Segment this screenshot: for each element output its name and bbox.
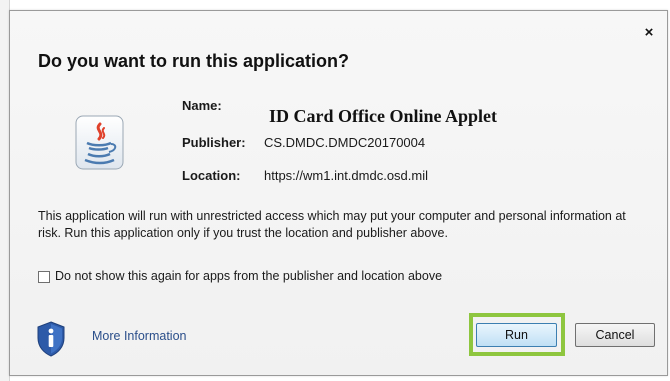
name-label: Name: [182, 98, 222, 113]
shield-info-icon [37, 321, 65, 357]
cancel-button[interactable]: Cancel [575, 323, 655, 347]
application-name: ID Card Office Online Applet [269, 106, 497, 126]
more-information-link[interactable]: More Information [92, 329, 186, 343]
publisher-label: Publisher: [182, 135, 246, 150]
do-not-show-again-checkbox[interactable] [38, 271, 50, 283]
close-icon[interactable]: × [642, 25, 656, 40]
location-value: https://wm1.int.dmdc.osd.mil [264, 168, 428, 183]
run-button[interactable]: Run [476, 323, 557, 347]
dialog-title: Do you want to run this application? [38, 51, 349, 71]
publisher-value: CS.DMDC.DMDC20170004 [264, 135, 426, 150]
risk-warning-text: This application will run with unrestric… [38, 209, 626, 240]
location-label: Location: [182, 168, 241, 183]
java-security-dialog: × Do you want to run this application? N… [9, 10, 668, 376]
java-icon [75, 115, 124, 170]
do-not-show-again-label[interactable]: Do not show this again for apps from the… [55, 269, 442, 283]
